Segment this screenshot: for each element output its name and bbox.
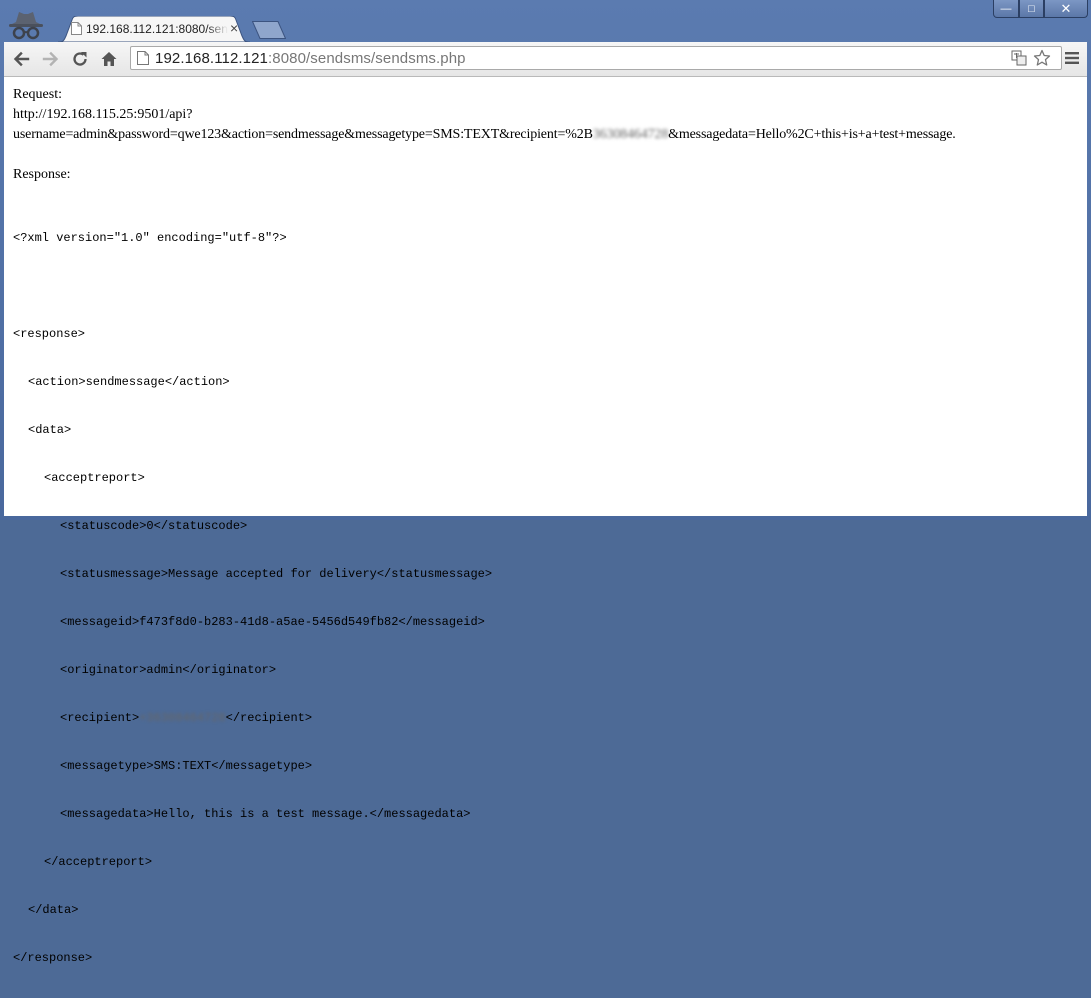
home-button[interactable] bbox=[98, 48, 120, 70]
url-path: :8080/sendsms/sendsms.php bbox=[268, 50, 466, 67]
request-url-line: http://192.168.115.25:9501/api? bbox=[13, 107, 193, 122]
reload-icon bbox=[73, 52, 87, 66]
forward-button[interactable] bbox=[40, 48, 62, 70]
xml-open-data: <data> bbox=[28, 423, 72, 437]
xml-statusmessage: <statusmessage>Message accepted for deli… bbox=[60, 567, 493, 581]
translate-icon[interactable] bbox=[1011, 50, 1027, 66]
back-button[interactable] bbox=[10, 48, 32, 70]
xml-messagetype: <messagetype>SMS:TEXT</messagetype> bbox=[60, 759, 313, 773]
minimize-button[interactable]: — bbox=[993, 0, 1019, 18]
request-label: Request: bbox=[13, 87, 62, 102]
forward-arrow-icon bbox=[42, 51, 59, 67]
request-query-end: &messagedata=Hello%2C+this+is+a+test+mes… bbox=[668, 127, 956, 142]
incognito-icon bbox=[9, 12, 43, 40]
browser-toolbar: 192.168.112.121:8080/sendsms/sendsms.php bbox=[4, 42, 1087, 77]
xml-close-response: </response> bbox=[13, 951, 93, 965]
page-content: Request: http://192.168.115.25:9501/api?… bbox=[4, 77, 1087, 965]
new-tab-button[interactable] bbox=[252, 21, 286, 39]
redacted-recipient-number: 36308464728 bbox=[592, 127, 669, 142]
redacted-recipient: +36308464728 bbox=[139, 711, 226, 725]
request-query-line: username=admin&password=qwe123&action=se… bbox=[13, 127, 956, 143]
response-label: Response: bbox=[13, 167, 71, 182]
xml-recipient-open: <recipient> bbox=[60, 711, 140, 725]
menu-hamburger-icon[interactable] bbox=[1064, 50, 1080, 66]
close-window-button[interactable]: ✕ bbox=[1044, 0, 1088, 18]
xml-messageid: <messageid>f473f8d0-b283-41d8-a5ae-5456d… bbox=[60, 615, 485, 629]
xml-recipient-close: </recipient> bbox=[225, 711, 313, 725]
request-query-start: username=admin&password=qwe123&action=se… bbox=[13, 127, 593, 142]
bookmark-star-icon[interactable] bbox=[1033, 49, 1051, 67]
xml-statuscode: <statuscode>0</statuscode> bbox=[60, 519, 248, 533]
page-info-icon[interactable] bbox=[137, 51, 149, 65]
xml-messagedata: <messagedata>Hello, this is a test messa… bbox=[60, 807, 471, 821]
xml-declaration: <?xml version="1.0" encoding="utf-8"?> bbox=[13, 231, 287, 245]
reload-button[interactable] bbox=[69, 48, 91, 70]
url-host: 192.168.112.121 bbox=[155, 50, 268, 67]
xml-close-data: </data> bbox=[28, 903, 79, 917]
xml-response: <?xml version="1.0" encoding="utf-8"?> <… bbox=[13, 198, 492, 998]
tab-close-button[interactable]: × bbox=[230, 20, 238, 36]
xml-blank-line bbox=[13, 278, 492, 294]
browser-window: 192.168.112.121:8080/sendsms/sendsms.php… bbox=[0, 0, 1091, 965]
maximize-button[interactable]: □ bbox=[1019, 0, 1044, 18]
xml-open-response: <response> bbox=[13, 327, 86, 341]
back-arrow-icon bbox=[13, 51, 30, 67]
xml-open-acceptreport: <acceptreport> bbox=[44, 471, 145, 485]
xml-recipient: <recipient>+36308464728</recipient> bbox=[13, 710, 492, 726]
home-icon bbox=[101, 52, 117, 66]
tab-sendsms[interactable]: 192.168.112.121:8080/sendsms/sendsms.php… bbox=[58, 16, 250, 42]
address-bar[interactable]: 192.168.112.121:8080/sendsms/sendsms.php bbox=[130, 46, 1062, 70]
xml-originator: <originator>admin</originator> bbox=[60, 663, 277, 677]
tab-title: 192.168.112.121:8080/sendsms/sendsms.php bbox=[86, 22, 228, 36]
xml-close-acceptreport: </acceptreport> bbox=[44, 855, 153, 869]
xml-action: <action>sendmessage</action> bbox=[28, 375, 230, 389]
page-icon bbox=[71, 22, 82, 35]
url-text[interactable]: 192.168.112.121:8080/sendsms/sendsms.php bbox=[155, 50, 466, 67]
